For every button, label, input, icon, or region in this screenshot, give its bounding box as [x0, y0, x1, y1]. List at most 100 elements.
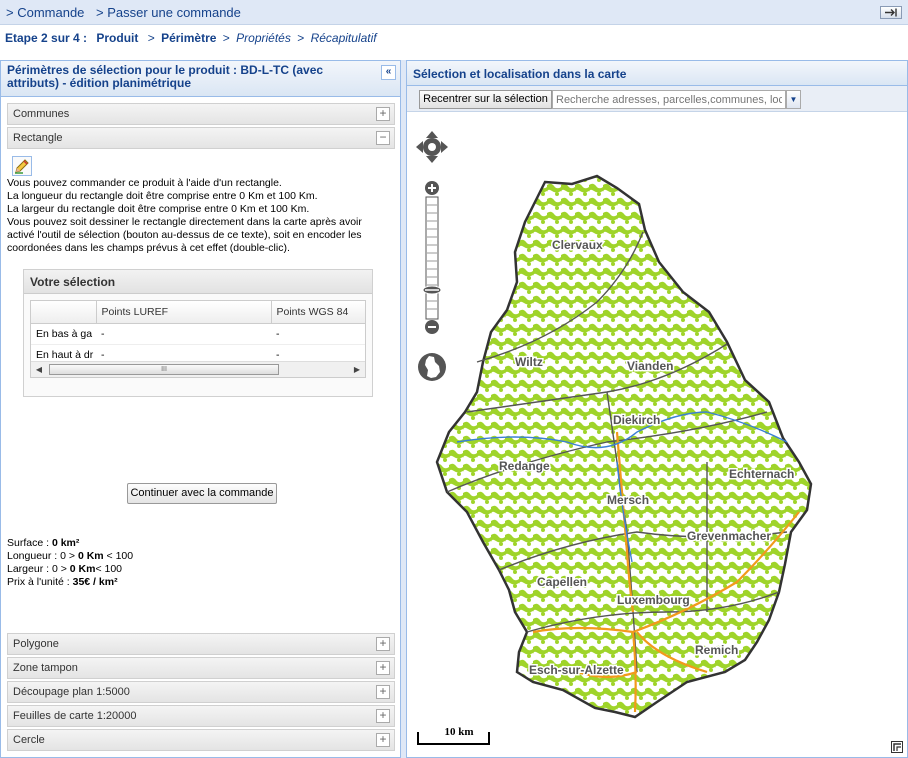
step-prefix: Etape 2 sur 4 :	[5, 31, 88, 45]
accordion-label: Communes	[13, 108, 70, 120]
perimeter-panel-title: Périmètres de sélection pour le produit …	[7, 63, 324, 90]
recenter-button[interactable]: Recentrer sur la sélection	[419, 90, 552, 109]
scroll-left-icon[interactable]: ◀	[33, 363, 45, 376]
table-row[interactable]: En bas à ga - -	[31, 323, 365, 345]
prix-value: 35€ / km²	[72, 576, 118, 588]
exit-icon	[885, 8, 897, 17]
city-label: Vianden	[627, 359, 673, 373]
map-canvas[interactable]: Clervaux Wiltz Vianden Diekirch Redange …	[407, 112, 907, 757]
city-label: Esch-sur-Alzette	[529, 663, 624, 677]
continue-order-button[interactable]: Continuer avec la commande	[127, 483, 277, 504]
city-label: Clervaux	[552, 238, 603, 252]
city-label: Mersch	[607, 493, 649, 507]
city-label: Luxembourg	[617, 593, 690, 607]
prix-row: Prix à l'unité : 35€ / km²	[7, 576, 133, 589]
expand-icon[interactable]: +	[376, 709, 390, 723]
largeur-suffix: < 100	[95, 563, 123, 575]
expand-icon[interactable]: +	[376, 661, 390, 675]
pencil-icon	[15, 159, 29, 174]
wgs84-cell[interactable]: -	[271, 323, 365, 345]
description-line: La largeur du rectangle doit être compri…	[7, 203, 310, 215]
scale-label: 10 km	[444, 726, 474, 738]
step-separator: >	[297, 31, 305, 45]
draw-rectangle-button[interactable]	[12, 156, 32, 176]
description-line: Vous pouvez soit dessiner le rectangle d…	[7, 216, 362, 228]
overview-map-toggle-icon[interactable]	[891, 741, 903, 753]
accordion-label: Feuilles de carte 1:20000	[13, 710, 137, 722]
expand-icon[interactable]: +	[376, 733, 390, 747]
collapse-icon[interactable]: −	[376, 131, 390, 145]
map-panel: Sélection et localisation dans la carte …	[406, 60, 908, 758]
step-perimetre: Périmètre	[161, 31, 217, 45]
city-label: Diekirch	[613, 413, 660, 427]
accordion-label: Polygone	[13, 638, 59, 650]
country-outline	[435, 174, 813, 719]
accordion-feuilles-carte[interactable]: Feuilles de carte 1:20000 +	[7, 705, 395, 727]
longueur-suffix: < 100	[103, 550, 134, 562]
accordion-communes[interactable]: Communes +	[7, 103, 395, 125]
largeur-row: Largeur : 0 > 0 Km< 100	[7, 563, 133, 576]
step-recapitulatif: Récapitulatif	[310, 31, 377, 45]
longueur-row: Longueur : 0 > 0 Km < 100	[7, 550, 133, 563]
map-layer[interactable]: Clervaux Wiltz Vianden Diekirch Redange …	[407, 112, 907, 757]
city-label: Remich	[695, 643, 738, 657]
surface-value: 0 km²	[51, 537, 80, 549]
selection-box: Votre sélection Points LUREF Points WGS …	[23, 269, 373, 397]
scroll-thumb[interactable]: III	[49, 364, 279, 375]
order-steps: Etape 2 sur 4 : Produit > Périmètre > Pr…	[0, 26, 908, 60]
accordion-decoupage-plan[interactable]: Découpage plan 1:5000 +	[7, 681, 395, 703]
map-toolbar: Recentrer sur la sélection ▼	[407, 86, 907, 112]
accordion-rectangle[interactable]: Rectangle −	[7, 127, 395, 149]
exit-button[interactable]	[880, 6, 902, 19]
largeur-label: Largeur : 0 >	[7, 563, 70, 575]
perimeter-panel: Périmètres de sélection pour le produit …	[0, 60, 401, 758]
description-line: coordonées dans les champs prévus à cet …	[7, 242, 290, 254]
scroll-right-icon[interactable]: ▶	[351, 363, 363, 376]
accordion-label: Découpage plan 1:5000	[13, 686, 130, 698]
breadcrumb-passer-commande[interactable]: > Passer une commande	[96, 5, 241, 20]
surface-label: Surface :	[7, 537, 52, 549]
step-separator: >	[222, 31, 230, 45]
accordion-polygone[interactable]: Polygone +	[7, 633, 395, 655]
step-produit[interactable]: Produit	[96, 31, 138, 45]
selection-title: Votre sélection	[24, 270, 372, 294]
city-label: Grevenmacher	[687, 529, 771, 543]
expand-icon[interactable]: +	[376, 107, 390, 121]
surface-row: Surface : 0 km²	[7, 537, 133, 550]
perimeter-panel-header: Périmètres de sélection pour le produit …	[1, 61, 400, 97]
luref-cell[interactable]: -	[96, 323, 271, 345]
step-proprietes: Propriétés	[236, 31, 291, 45]
map-search-input[interactable]	[552, 90, 786, 109]
grid-header-wgs84[interactable]: Points WGS 84	[271, 301, 365, 324]
description-line: activé l'outil de sélection (bouton au-d…	[7, 229, 362, 241]
step-separator: >	[147, 31, 155, 45]
city-label: Wiltz	[515, 355, 543, 369]
row-label: En bas à ga	[31, 323, 96, 345]
accordion-cercle[interactable]: Cercle +	[7, 729, 395, 751]
pan-control-icon[interactable]	[415, 130, 449, 164]
chevron-down-icon[interactable]: ▼	[786, 90, 801, 109]
rectangle-section: Vous pouvez commander ce produit à l'aid…	[7, 153, 395, 643]
country-overview-icon[interactable]	[417, 352, 447, 382]
accordion-label: Cercle	[13, 734, 45, 746]
prix-label: Prix à l'unité :	[7, 576, 73, 588]
longueur-label: Longueur : 0 >	[7, 550, 78, 562]
collapse-panel-button[interactable]: «	[381, 65, 396, 80]
zoom-slider[interactable]	[423, 180, 441, 340]
selection-grid[interactable]: Points LUREF Points WGS 84 En bas à ga -…	[30, 300, 366, 378]
largeur-value: 0 Km	[69, 563, 96, 575]
top-breadcrumb-bar: > Commande > Passer une commande	[0, 0, 908, 25]
city-label: Capellen	[537, 575, 587, 589]
city-label: Echternach	[729, 467, 794, 481]
expand-icon[interactable]: +	[376, 685, 390, 699]
expand-icon[interactable]: +	[376, 637, 390, 651]
horizontal-scrollbar[interactable]: ◀ III ▶	[31, 361, 365, 377]
grid-header-luref[interactable]: Points LUREF	[96, 301, 272, 324]
accordion-label: Zone tampon	[13, 662, 78, 674]
grid-header	[31, 301, 97, 324]
description-line: La longueur du rectangle doit être compr…	[7, 190, 318, 202]
selection-stats: Surface : 0 km² Longueur : 0 > 0 Km < 10…	[7, 537, 133, 589]
accordion-zone-tampon[interactable]: Zone tampon +	[7, 657, 395, 679]
breadcrumb-commande[interactable]: > Commande	[6, 5, 84, 20]
city-label: Redange	[499, 459, 550, 473]
